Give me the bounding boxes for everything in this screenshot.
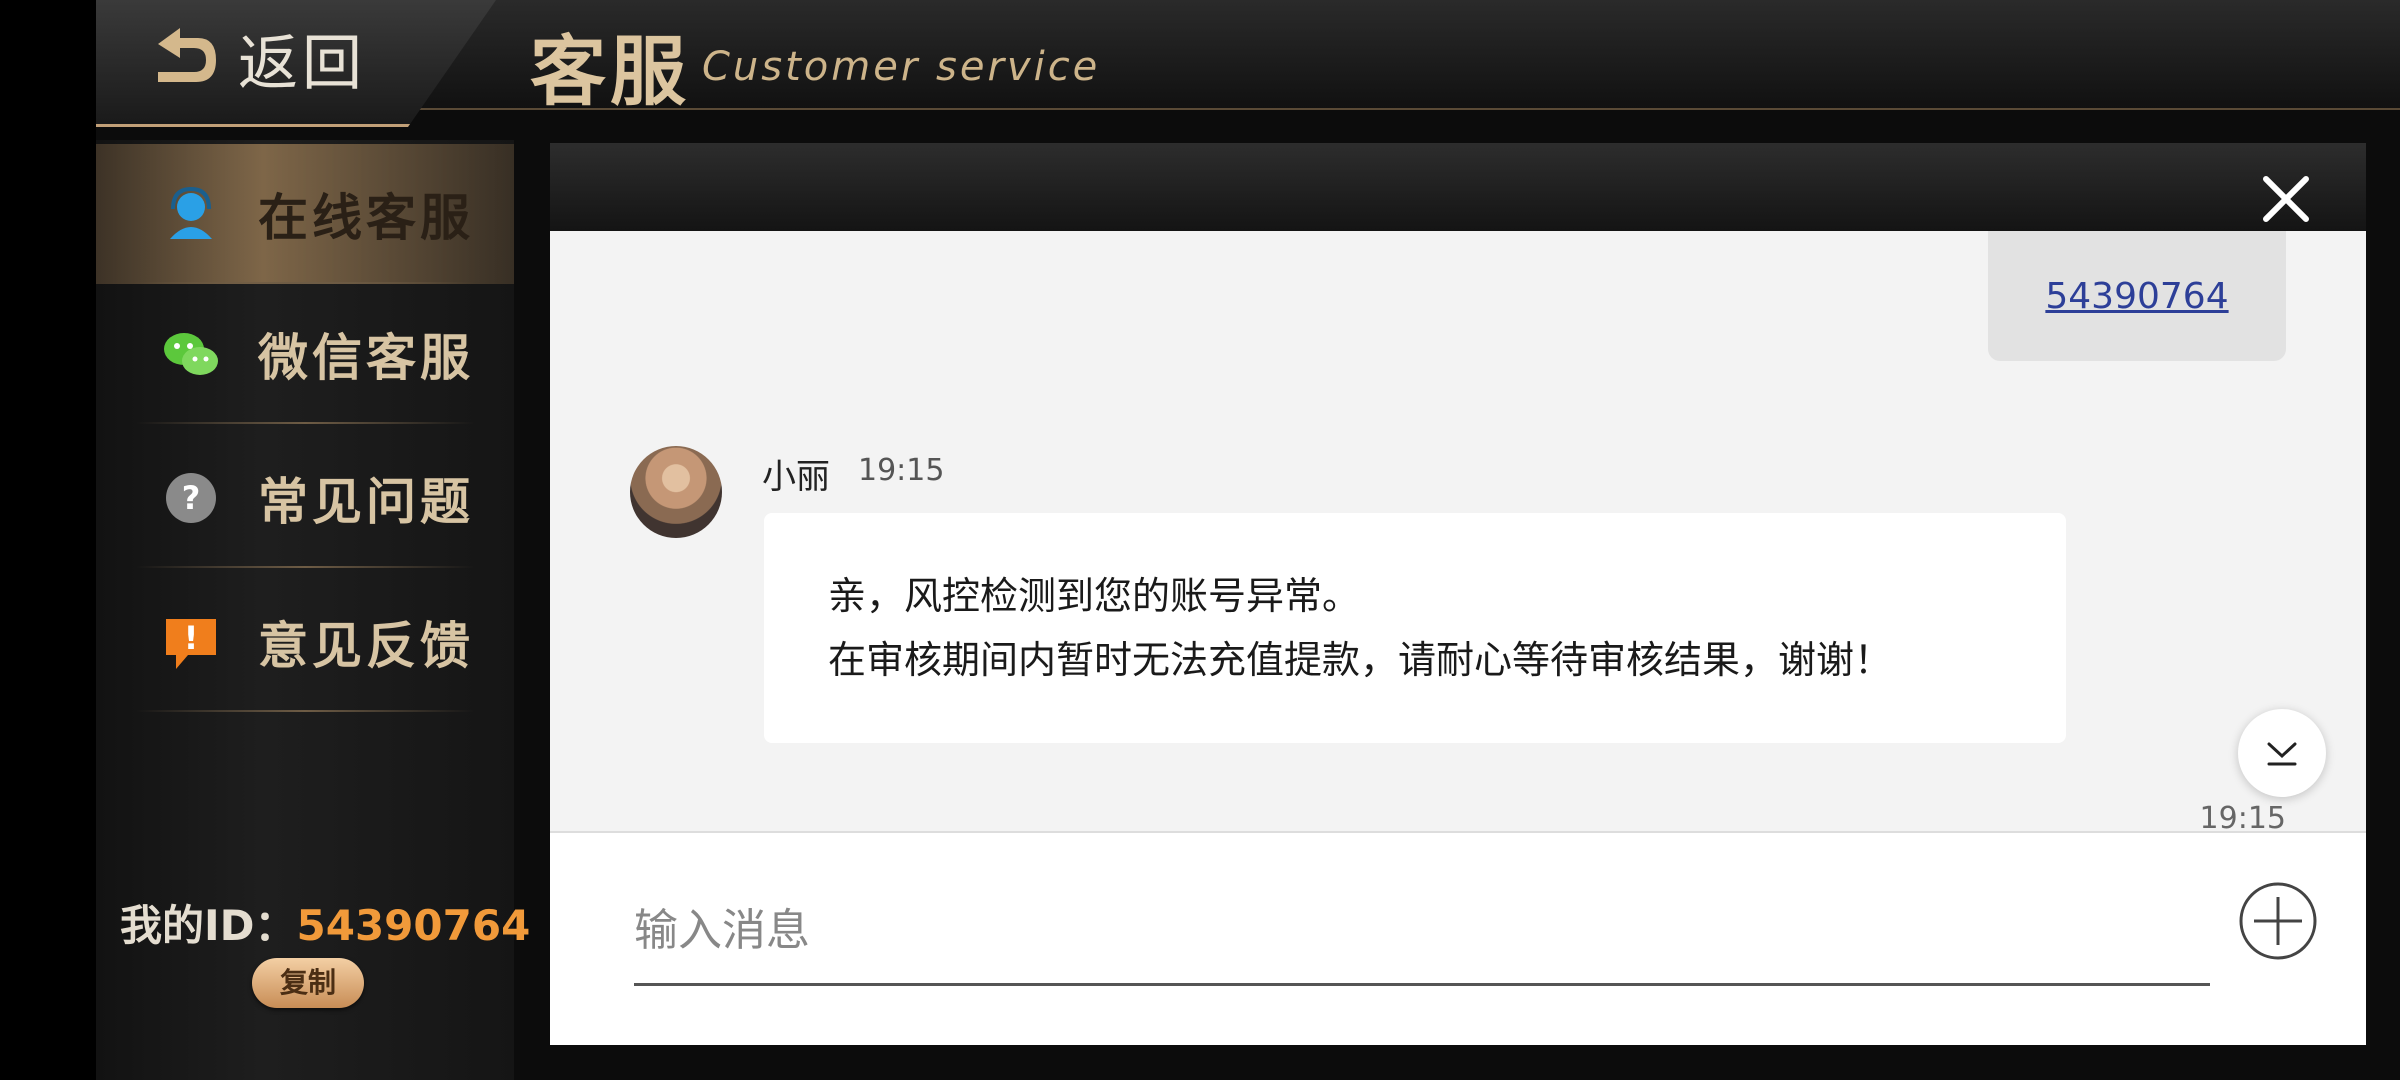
add-attachment-icon[interactable] [2238, 881, 2318, 961]
agent-message-bubble: 亲，风控检测到您的账号异常。 在审核期间内暂时无法充值提款，请耐心等待审核结果，… [764, 513, 2066, 743]
back-arrow-icon [158, 28, 216, 82]
scroll-to-bottom-button[interactable] [2238, 709, 2326, 797]
my-id-value: 54390764 [296, 901, 531, 950]
question-icon: ? [166, 473, 216, 523]
svg-text:!: ! [184, 619, 199, 657]
divider [136, 422, 474, 424]
my-id: 我的ID：54390764 [120, 892, 530, 953]
wechat-icon [164, 333, 218, 375]
message-timestamp: 19:15 [858, 453, 945, 488]
sidebar-item-wechat-service[interactable]: 微信客服 [96, 284, 514, 424]
avatar [630, 446, 722, 538]
chat-top-bar [550, 143, 2366, 231]
agent-name: 小丽 [762, 457, 830, 497]
sidebar: 在线客服 微信客服 ? 常见问题 ! 意见反馈 我的ID：54390764 复制 [96, 140, 530, 1080]
back-button[interactable]: 返回 [144, 18, 366, 99]
back-label: 返回 [238, 28, 366, 99]
page-subtitle: Customer service [702, 44, 1101, 90]
close-icon[interactable] [2254, 167, 2318, 231]
sidebar-item-label: 意见反馈 [258, 617, 474, 675]
svg-text:?: ? [182, 479, 201, 517]
feedback-icon: ! [166, 619, 216, 669]
sidebar-item-faq[interactable]: ? 常见问题 [96, 428, 514, 568]
sidebar-item-label: 在线客服 [258, 189, 474, 247]
agent-message-line: 在审核期间内暂时无法充值提款，请耐心等待审核结果，谢谢！ [828, 638, 1893, 682]
header-bar: 返回 客服 Customer service [96, 0, 2400, 127]
sidebar-item-label: 常见问题 [258, 473, 474, 531]
my-id-label: 我的ID： [120, 901, 297, 950]
headset-icon [170, 186, 212, 239]
sidebar-item-feedback[interactable]: ! 意见反馈 [96, 572, 514, 712]
copy-button[interactable]: 复制 [252, 958, 364, 1008]
message-input[interactable] [634, 877, 2210, 986]
app-window: 返回 客服 Customer service 在线客服 微信客服 ? 常见问题 … [96, 0, 2400, 1080]
divider [136, 710, 474, 712]
sidebar-item-label: 微信客服 [258, 329, 474, 387]
user-message-link[interactable]: 54390764 [2045, 276, 2228, 317]
divider [136, 566, 474, 568]
chat-panel: 54390764 小丽 19:15 亲，风控检测到您的账号异常。 在审核期间内暂… [550, 143, 2366, 1045]
sidebar-item-online-service[interactable]: 在线客服 [96, 144, 514, 284]
chevron-down-icon [2267, 742, 2297, 766]
user-message-bubble: 54390764 [1988, 231, 2286, 361]
message-composer [550, 831, 2366, 1045]
agent-message-line: 亲，风控检测到您的账号异常。 [828, 574, 1361, 618]
page-title: 客服 [530, 27, 690, 116]
